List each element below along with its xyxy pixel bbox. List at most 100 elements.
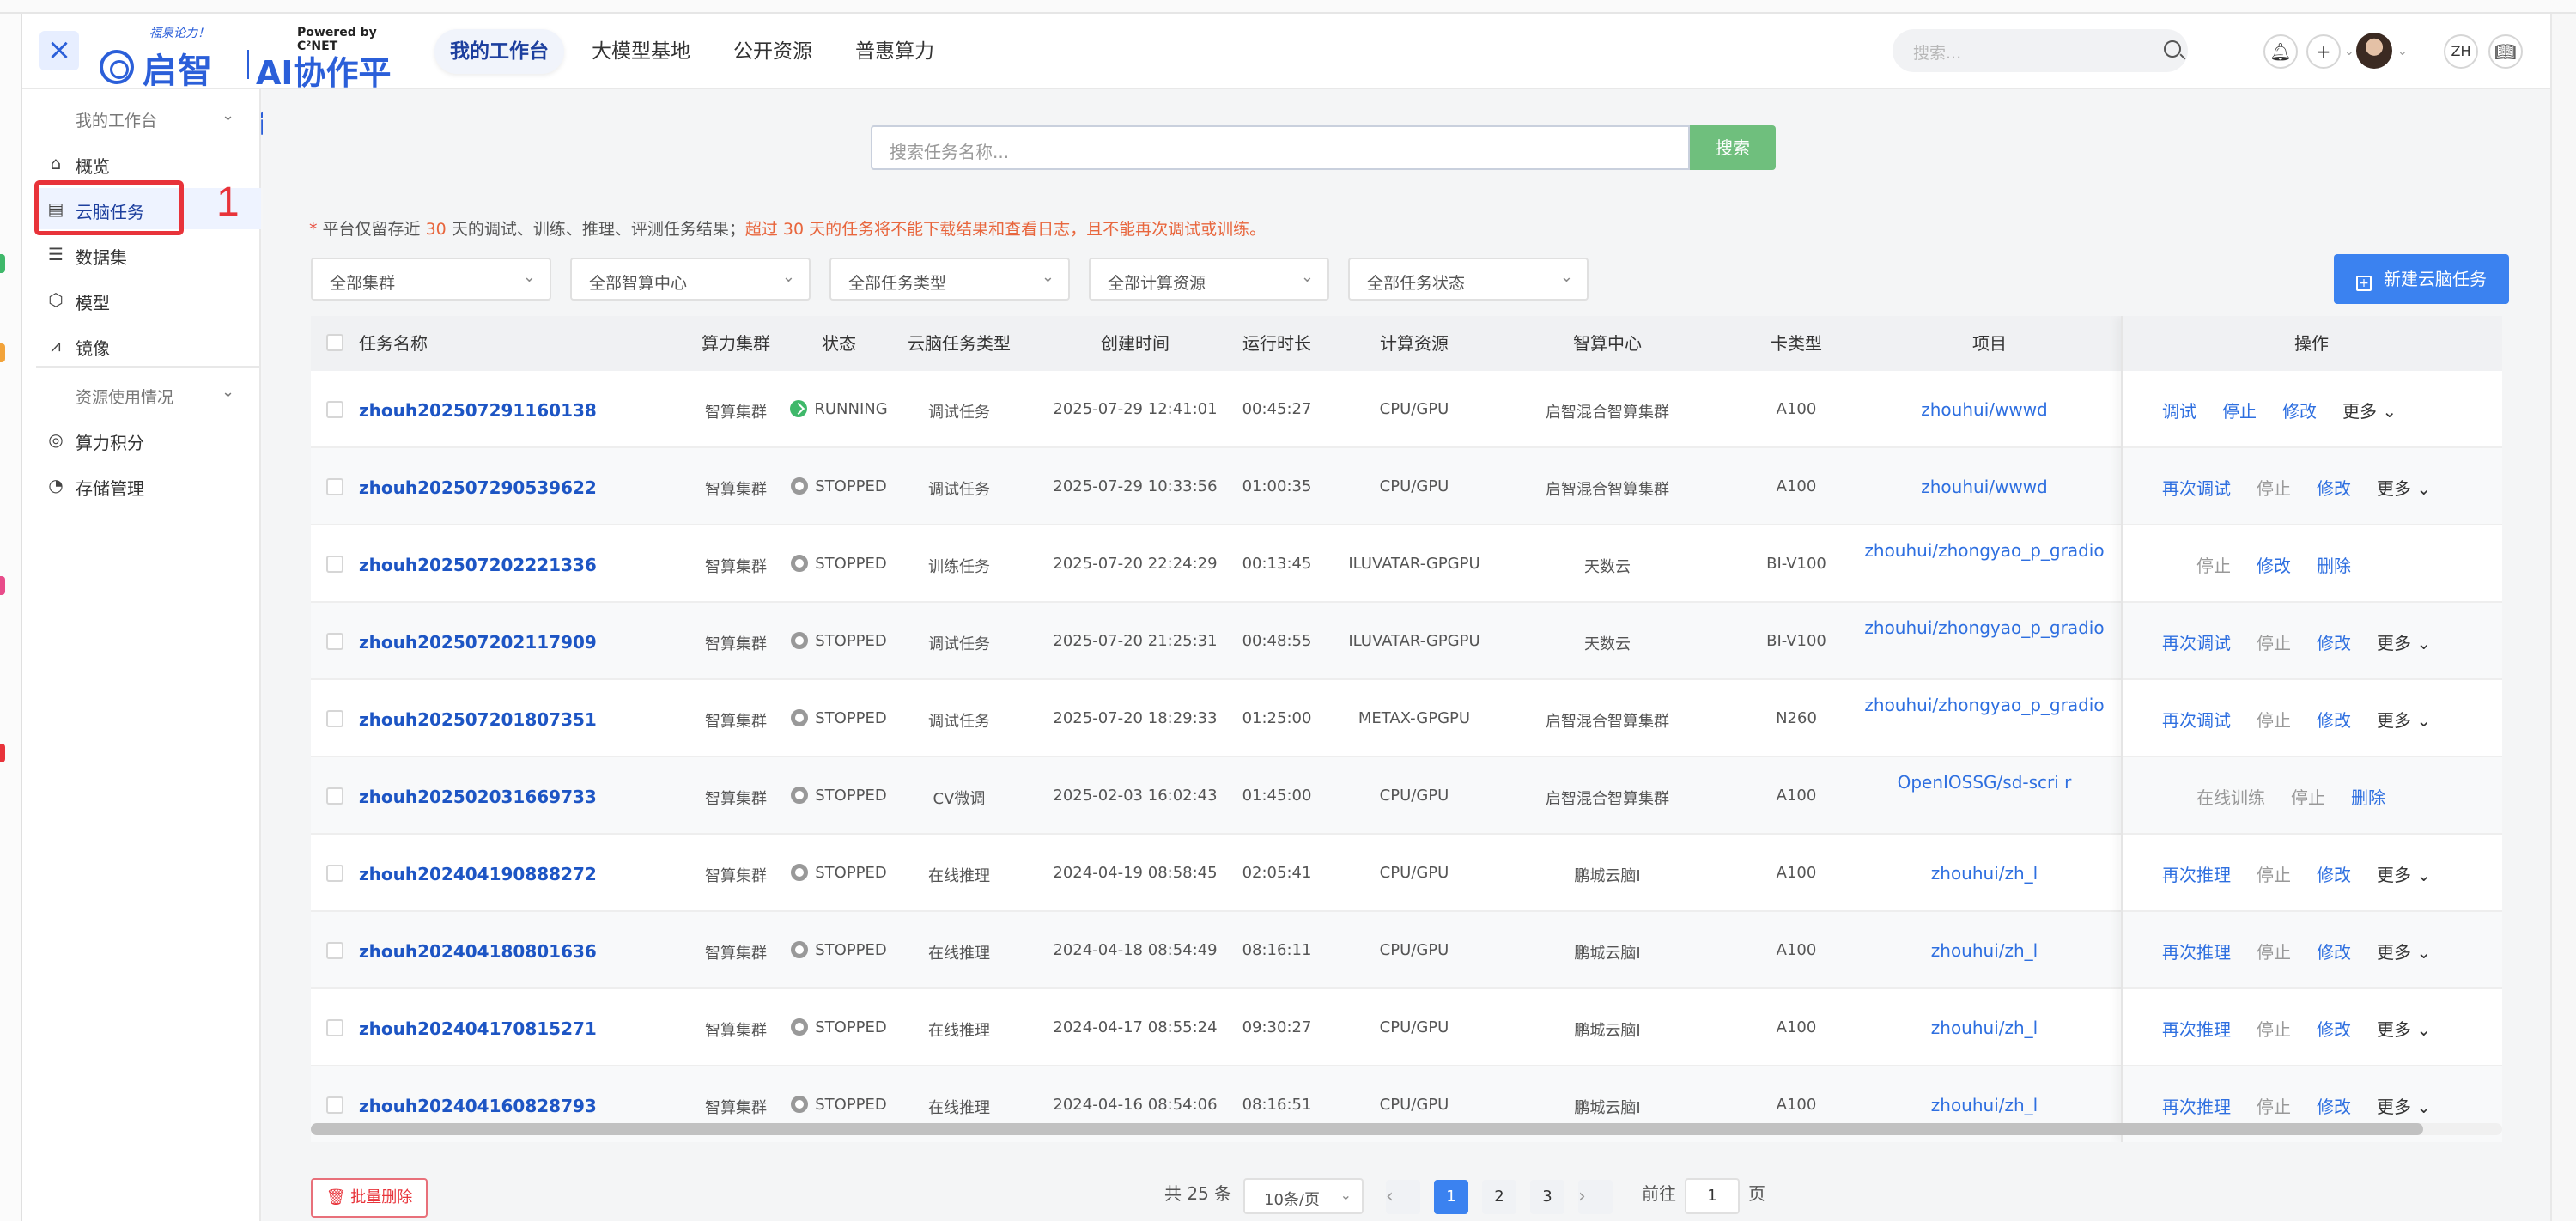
avatar[interactable] [2356,33,2392,69]
task-name-link[interactable]: zhouh202404190888272 [359,864,617,884]
filter-label: 全部计算资源 [1108,274,1206,293]
row-checkbox[interactable] [326,1096,343,1114]
center-cell: 启智混合智算集群 [1546,790,1669,808]
task-search-button[interactable]: 搜索 [1690,125,1776,170]
nav-item-3[interactable]: 普惠算力 [840,29,950,74]
row-checkbox[interactable] [326,556,343,573]
project-link[interactable]: zhouhui/zhongyao_p_gradio [1848,692,2121,718]
page-button-3[interactable]: 3 [1530,1180,1564,1214]
sidebar-item-数据集[interactable]: ☰ 数据集 [36,234,261,275]
project-link[interactable]: zhouhui/wwwd [1848,397,2121,422]
created-time-cell: 2025-07-29 10:33:56 [1053,477,1218,495]
page-size-value: 10条/页 [1264,1191,1320,1209]
card-type-cell: A100 [1776,1096,1817,1114]
task-type-cell: 调试任务 [928,713,990,731]
stopped-icon [791,1018,809,1036]
row-checkbox[interactable] [326,1019,343,1036]
task-name-link[interactable]: zhouh202507202117909 [359,632,617,653]
sidebar-group-workspace[interactable]: 我的工作台 ⌄ [22,101,261,136]
filter-select-2[interactable]: 全部任务类型 ⌄ [829,258,1070,301]
task-name-link[interactable]: zhouh202507202221336 [359,555,617,575]
bell-icon[interactable]: 🔔︎ [2263,34,2298,69]
row-checkbox[interactable] [326,710,343,727]
task-type-cell: 调试任务 [928,481,990,499]
nav-item-2[interactable]: 公开资源 [718,29,828,74]
platform-logo[interactable]: 福泉论力！ 启智 Powered by C²NET AI协作平台 [100,24,417,139]
sidebar-item-镜像[interactable]: ⩘ 镜像 [36,325,261,366]
row-checkbox[interactable] [326,478,343,495]
project-link[interactable]: zhouhui/wwwd [1848,474,2121,500]
batch-delete-button[interactable]: 🗑︎ 批量删除 [311,1178,428,1218]
chevron-down-icon: ⌄ [781,268,795,286]
chevron-down-icon: ⌄ [1041,268,1054,286]
row-checkbox[interactable] [326,401,343,418]
book-icon[interactable]: 📖︎ [2488,34,2523,69]
database-icon: ☰ [48,244,64,264]
center-cell: 天数云 [1584,558,1631,576]
sidebar-item-算力积分[interactable]: ◎ 算力积分 [36,419,261,460]
sidebar-item-概览[interactable]: ⌂ 概览 [36,143,261,184]
row-checkbox[interactable] [326,942,343,959]
task-name-link[interactable]: zhouh202404160828793 [359,1096,617,1116]
close-icon[interactable]: × [39,31,79,70]
chevron-down-icon[interactable]: ⌄ [2344,45,2354,58]
select-all-checkbox[interactable] [326,334,343,351]
task-name-link[interactable]: zhouh202507201807351 [359,709,617,730]
plus-square-icon: + [2356,276,2372,291]
horizontal-scrollbar[interactable] [311,1123,2502,1135]
project-link[interactable]: zhouhui/zh_l [1848,1092,2121,1118]
chevron-down-icon[interactable]: ⌄ [2397,45,2408,58]
project-link[interactable]: zhouhui/zh_l [1848,1015,2121,1041]
card-type-cell: A100 [1776,941,1817,959]
column-header-9: 项目 [1972,333,2007,354]
sidebar-item-label: 算力积分 [76,433,144,453]
nav-item-1[interactable]: 大模型基地 [576,29,706,74]
page-button-1[interactable]: 1 [1434,1180,1468,1214]
global-search-input[interactable]: 搜索... [1893,29,2188,72]
page-size-select[interactable]: 10条/页 ⌄ [1243,1178,1364,1214]
language-switch[interactable]: ZH [2444,34,2478,69]
plus-icon[interactable]: + [2306,34,2341,69]
task-search-input[interactable]: 搜索任务名称... [871,125,1690,170]
task-name-link[interactable]: zhouh202502031669733 [359,787,617,807]
task-name-link[interactable]: zhouh202404180801636 [359,941,617,962]
page-button-2[interactable]: 2 [1482,1180,1516,1214]
goto-page-input[interactable]: 1 [1685,1178,1740,1214]
sidebar-group-resources[interactable]: 资源使用情况 ⌄ [22,378,261,412]
duration-cell: 08:16:11 [1242,941,1312,959]
filter-select-0[interactable]: 全部集群 ⌄ [311,258,551,301]
task-type-cell: 在线推理 [928,945,990,963]
prev-page-button[interactable]: ‹ [1386,1180,1420,1214]
task-name-link[interactable]: zhouh202404170815271 [359,1018,617,1039]
scrollbar-thumb[interactable] [311,1123,2423,1135]
sidebar-item-模型[interactable]: ⬡ 模型 [36,279,261,320]
mirror-icon: ⩘ [51,335,61,355]
sidebar-group-label: 我的工作台 [76,112,158,131]
row-checkbox[interactable] [326,865,343,882]
nav-item-0[interactable]: 我的工作台 [434,29,564,74]
project-link[interactable]: zhouhui/zh_l [1848,938,2121,963]
project-link[interactable]: OpenIOSSG/sd-scri r [1848,769,2121,795]
sidebar-item-label: 存储管理 [76,478,144,499]
sidebar-item-存储管理[interactable]: ◔ 存储管理 [36,465,261,506]
filter-select-1[interactable]: 全部智算中心 ⌄ [570,258,811,301]
row-checkbox[interactable] [326,633,343,650]
column-header-7: 智算中心 [1573,333,1642,354]
project-link[interactable]: zhouhui/zhongyao_p_gradio [1848,538,2121,563]
filter-select-3[interactable]: 全部计算资源 ⌄ [1089,258,1329,301]
task-name-link[interactable]: zhouh202507291160138 [359,400,617,421]
task-type-cell: 在线推理 [928,1099,990,1117]
filter-select-4[interactable]: 全部任务状态 ⌄ [1348,258,1589,301]
stopped-icon [791,477,809,495]
stopped-icon [791,864,809,881]
row-checkbox[interactable] [326,787,343,805]
project-link[interactable]: zhouhui/zh_l [1848,860,2121,886]
main-content: 搜索任务名称... 搜索 * 平台仅留存近 30 天的调试、训练、推理、评测任务… [263,89,2550,1221]
card-type-cell: A100 [1776,477,1817,495]
project-link[interactable]: zhouhui/zhongyao_p_gradio [1848,615,2121,641]
new-cloud-task-button[interactable]: + 新建云脑任务 [2334,254,2509,304]
duration-cell: 00:13:45 [1242,555,1312,573]
task-name-link[interactable]: zhouh202507290539622 [359,477,617,498]
next-page-button[interactable]: › [1578,1180,1613,1214]
search-icon[interactable] [2164,40,2181,58]
